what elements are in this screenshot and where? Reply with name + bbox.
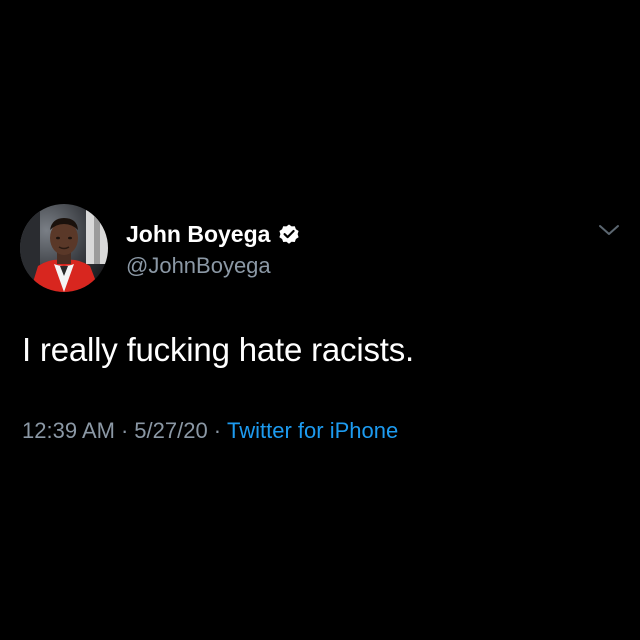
meta-separator: ·: [213, 418, 222, 443]
author-display-name[interactable]: John Boyega: [126, 219, 270, 249]
verified-badge-icon: [277, 222, 301, 246]
tweet-metadata: 12:39 AM · 5/27/20 · Twitter for iPhone: [22, 416, 398, 446]
tweet-source-link[interactable]: Twitter for iPhone: [227, 418, 398, 443]
tweet-time[interactable]: 12:39 AM: [22, 418, 115, 443]
tweet-date[interactable]: 5/27/20: [134, 418, 207, 443]
avatar-photo-icon: [20, 204, 108, 292]
chevron-down-icon[interactable]: [596, 220, 622, 240]
author-avatar[interactable]: [20, 204, 108, 292]
author-handle[interactable]: @JohnBoyega: [126, 252, 271, 280]
tweet-card: John Boyega @JohnBoyega I really fucking…: [0, 0, 640, 640]
tweet-text: I really fucking hate racists.: [22, 331, 414, 368]
meta-separator: ·: [120, 418, 129, 443]
author-name-row: John Boyega: [126, 219, 301, 249]
